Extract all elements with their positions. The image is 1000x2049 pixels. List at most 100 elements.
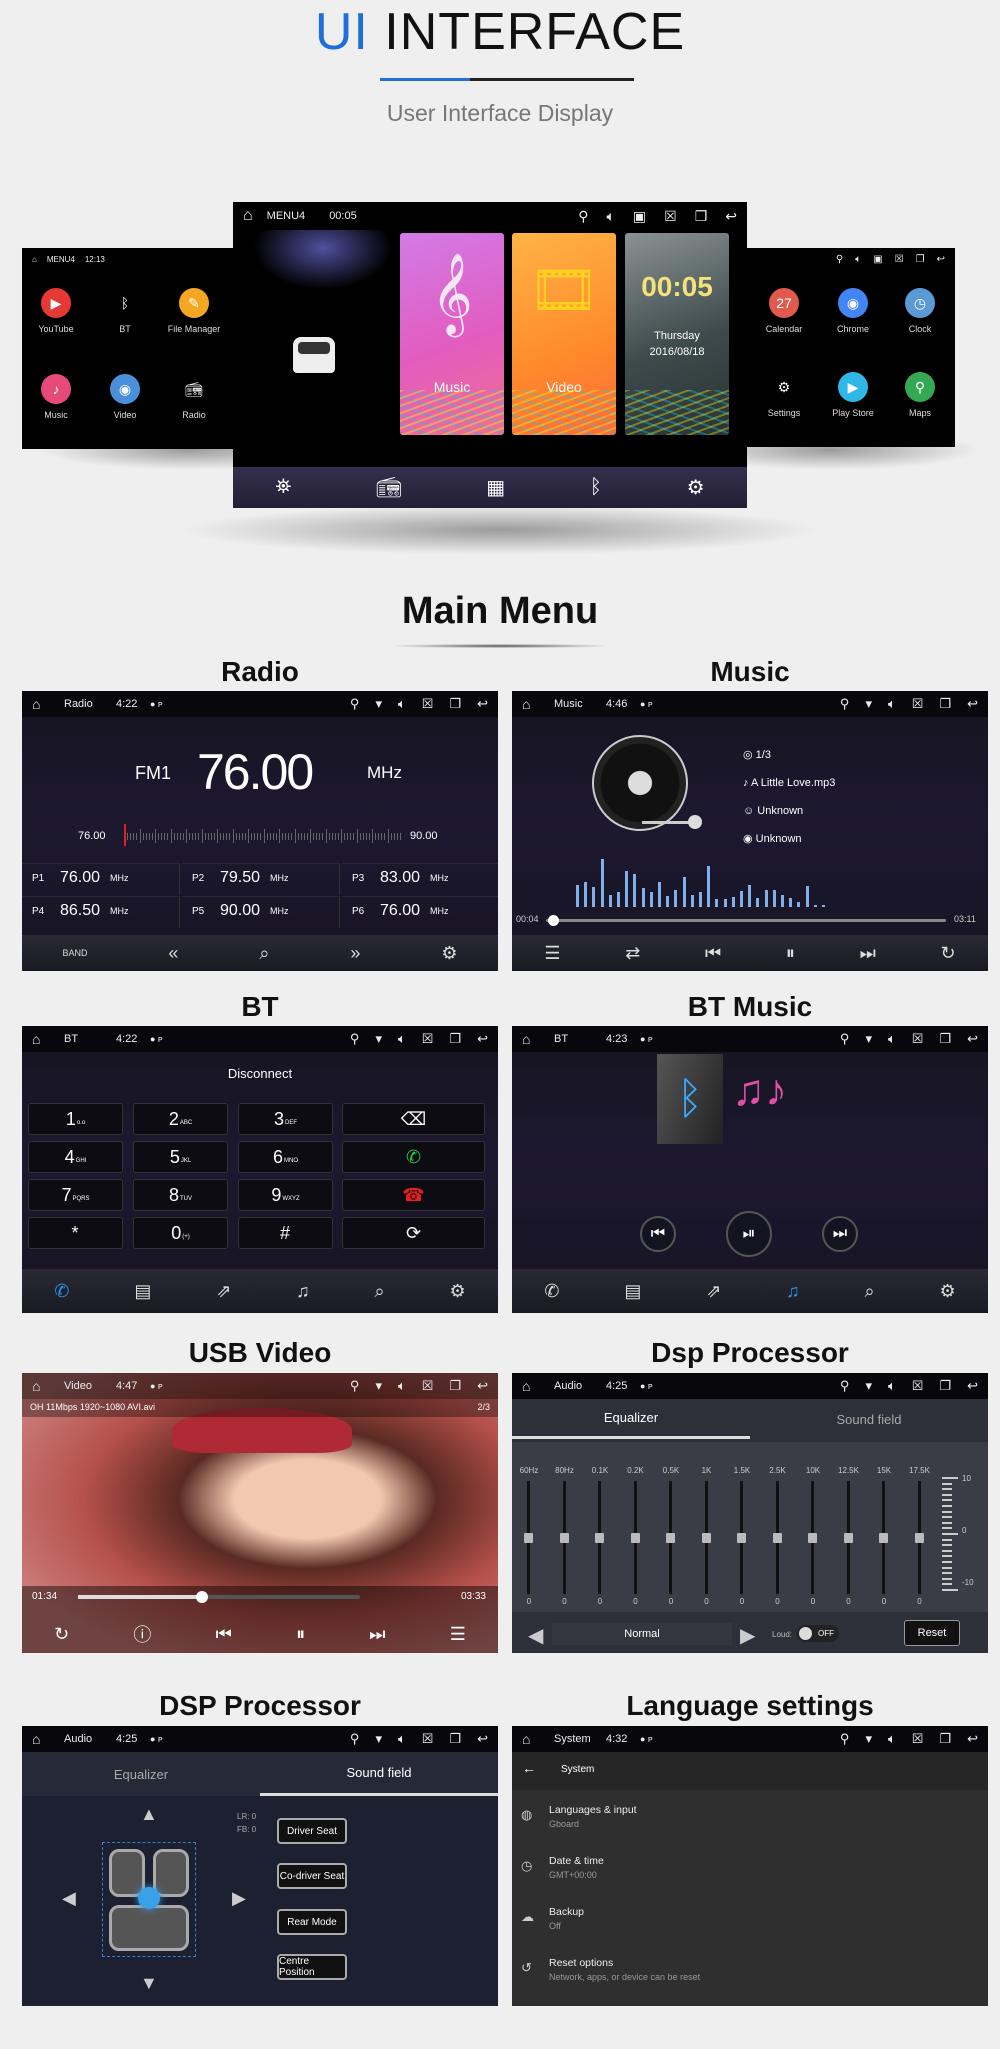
next-button[interactable]: ⏭ — [822, 1216, 858, 1252]
tab-sound-field[interactable]: Sound field — [260, 1752, 498, 1796]
home-icon[interactable]: ⌂ — [32, 1731, 54, 1747]
preset-next-icon[interactable]: ▶ — [740, 1623, 755, 1648]
settings-icon[interactable]: ⚙ — [687, 475, 705, 500]
preset-p6[interactable]: P6 76.00 MHz — [342, 896, 498, 928]
eq-slider-knob[interactable] — [772, 1532, 782, 1543]
eq-slider[interactable] — [772, 1481, 782, 1594]
eq-slider-knob[interactable] — [559, 1532, 569, 1543]
close-app-icon[interactable]: ☒ — [912, 696, 924, 712]
preset-p1[interactable]: P1 76.00 MHz — [22, 863, 180, 895]
play-pause-button[interactable]: ⏯ — [726, 1211, 772, 1257]
next-icon[interactable]: ⏭ — [369, 1624, 385, 1645]
next-icon[interactable]: ⏭ — [860, 943, 876, 964]
settings-item[interactable]: ◷ Date & time GMT+00:00 — [512, 1847, 988, 1895]
recent-apps-icon[interactable]: ❐ — [449, 1378, 461, 1394]
eq-slider[interactable] — [524, 1481, 533, 1594]
close-app-icon[interactable]: ☒ — [422, 696, 434, 712]
back-icon[interactable]: ↩ — [937, 254, 945, 265]
recent-apps-icon[interactable]: ❐ — [449, 1731, 461, 1747]
eq-slider-knob[interactable] — [666, 1532, 675, 1543]
previous-icon[interactable]: ⏮ — [216, 1624, 232, 1645]
app-clock[interactable]: ◷ Clock — [890, 288, 950, 334]
music-card[interactable]: 𝄞 Music — [400, 233, 504, 435]
pause-icon[interactable]: ⏸ — [296, 1624, 305, 1645]
back-arrow-icon[interactable]: ← — [522, 1760, 536, 1776]
settings-item[interactable]: ◍ Languages & input Gboard — [512, 1796, 988, 1844]
eq-slider-knob[interactable] — [808, 1532, 817, 1543]
eq-slider-knob[interactable] — [524, 1532, 533, 1543]
close-app-icon[interactable]: ☒ — [912, 1378, 924, 1394]
app-chrome[interactable]: ◉ Chrome — [823, 288, 883, 334]
rear-mode-button[interactable]: Rear Mode — [277, 1909, 347, 1935]
recent-apps-icon[interactable]: ❐ — [916, 254, 925, 265]
eq-slider-knob[interactable] — [879, 1532, 888, 1543]
playlist-icon[interactable]: ☰ — [450, 1624, 466, 1645]
recent-apps-icon[interactable]: ❐ — [939, 1378, 951, 1394]
volume-icon[interactable]: 🔈︎ — [607, 208, 615, 225]
eq-slider[interactable] — [879, 1481, 888, 1594]
switch-button[interactable]: ⟳ — [342, 1217, 485, 1249]
volume-icon[interactable]: 🔈︎ — [888, 696, 896, 712]
recent-apps-icon[interactable]: ❐ — [939, 1731, 951, 1747]
close-app-icon[interactable]: ☒ — [422, 1031, 434, 1047]
eq-slider[interactable] — [914, 1481, 924, 1594]
dial-key[interactable]: 1 o.o — [28, 1103, 123, 1135]
search-icon[interactable]: ⌕ — [259, 943, 269, 964]
settings-icon[interactable]: ⚙ — [441, 943, 457, 964]
screenshot-icon[interactable]: ▣ — [873, 254, 882, 265]
seek-back-icon[interactable]: « — [168, 943, 178, 964]
home-icon[interactable]: ⌂ — [522, 1031, 544, 1047]
previous-icon[interactable]: ⏮ — [705, 943, 721, 964]
eq-slider[interactable] — [737, 1481, 746, 1594]
eq-slider[interactable] — [595, 1481, 604, 1594]
car-image[interactable] — [273, 312, 353, 392]
close-app-icon[interactable]: ☒ — [895, 254, 904, 265]
dial-key[interactable]: 8 TUV — [133, 1179, 228, 1211]
bluetooth-icon[interactable]: ᛒ — [590, 476, 602, 499]
app-settings[interactable]: ⚙ Settings — [754, 372, 814, 418]
settings-item[interactable]: ☁ Backup Off — [512, 1898, 988, 1946]
preset-prev-icon[interactable]: ◀ — [528, 1623, 548, 1649]
screenshot-icon[interactable]: ▣ — [633, 208, 646, 225]
volume-icon[interactable]: 🔈︎ — [398, 1731, 406, 1747]
dial-key[interactable]: * — [28, 1217, 123, 1249]
preset-p5[interactable]: P5 90.00 MHz — [182, 896, 340, 928]
pause-icon[interactable]: ⏸ — [786, 943, 795, 964]
eq-slider-knob[interactable] — [843, 1532, 853, 1543]
back-icon[interactable]: ↩ — [967, 696, 978, 712]
tab-sound-field[interactable]: Sound field — [750, 1399, 988, 1439]
app-folder[interactable]: ✎ File Manager — [164, 288, 224, 334]
eq-slider[interactable] — [559, 1481, 569, 1594]
back-icon[interactable]: ↩ — [725, 208, 737, 225]
volume-icon[interactable]: 🔈︎ — [888, 1031, 896, 1047]
volume-icon[interactable]: 🔈︎ — [888, 1731, 896, 1747]
centre-position-button[interactable]: Centre Position — [277, 1954, 347, 1980]
sound-focus-handle[interactable] — [138, 1887, 160, 1909]
home-icon[interactable]: ⌂ — [32, 1031, 54, 1047]
home-icon[interactable]: ⌂ — [32, 255, 37, 264]
video-card[interactable]: 🎞︎ Video — [512, 233, 616, 435]
tuner-needle[interactable] — [124, 824, 126, 846]
back-icon[interactable]: ↩ — [967, 1731, 978, 1747]
hang-up-button[interactable]: ☎ — [342, 1179, 485, 1211]
eq-slider[interactable] — [630, 1481, 640, 1594]
dial-key[interactable]: 9 WXYZ — [238, 1179, 333, 1211]
app-calendar[interactable]: 27 Calendar — [754, 288, 814, 334]
eq-slider-knob[interactable] — [737, 1532, 746, 1543]
radio-icon[interactable]: 📻︎ — [376, 475, 401, 500]
recent-apps-icon[interactable]: ❐ — [449, 696, 461, 712]
contacts-icon[interactable]: ▤ — [134, 1281, 151, 1302]
seat-map[interactable] — [102, 1842, 196, 1957]
close-app-icon[interactable]: ☒ — [912, 1731, 924, 1747]
dial-key[interactable]: 7 PQRS — [28, 1179, 123, 1211]
reset-button[interactable]: Reset — [904, 1620, 960, 1646]
back-icon[interactable]: ↩ — [477, 696, 488, 712]
settings-icon[interactable]: ⚙ — [449, 1281, 465, 1302]
close-app-icon[interactable]: ☒ — [422, 1378, 434, 1394]
apps-icon[interactable]: ▦ — [486, 475, 505, 500]
progress-slider[interactable] — [546, 915, 946, 926]
progress-slider[interactable] — [78, 1591, 360, 1603]
search-icon[interactable]: ⌕ — [865, 1281, 875, 1302]
recent-apps-icon[interactable]: ❐ — [939, 696, 951, 712]
fader-up-icon[interactable]: ▲ — [140, 1804, 158, 1825]
